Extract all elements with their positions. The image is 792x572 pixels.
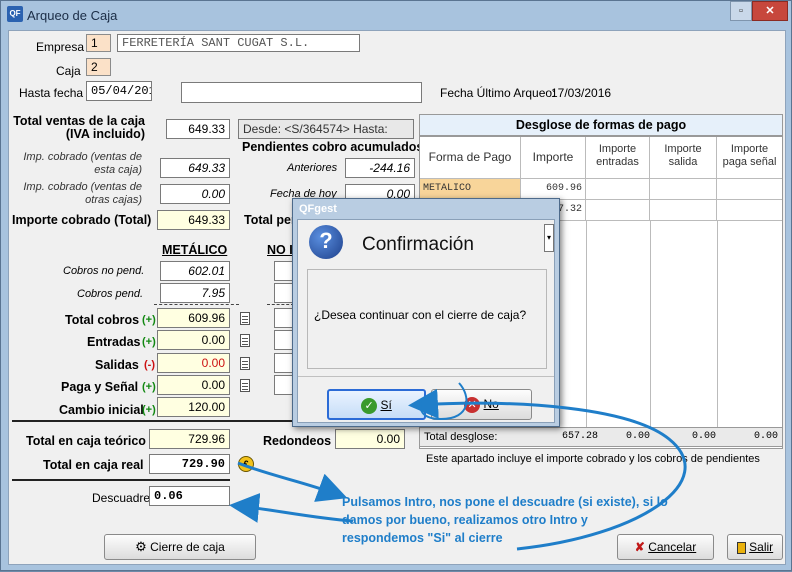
annotation-text: Pulsamos Intro, nos pone el descuadre (s… [342,495,668,545]
annotation-arrows [229,382,687,551]
arqueo-window: QF Arqueo de Caja ▫ ✕ Empresa 1 FERRETER… [0,0,792,571]
arrow-to-descuadre [229,492,354,523]
arrow-swirl [419,382,468,421]
arrow-from-total-real [237,461,348,502]
